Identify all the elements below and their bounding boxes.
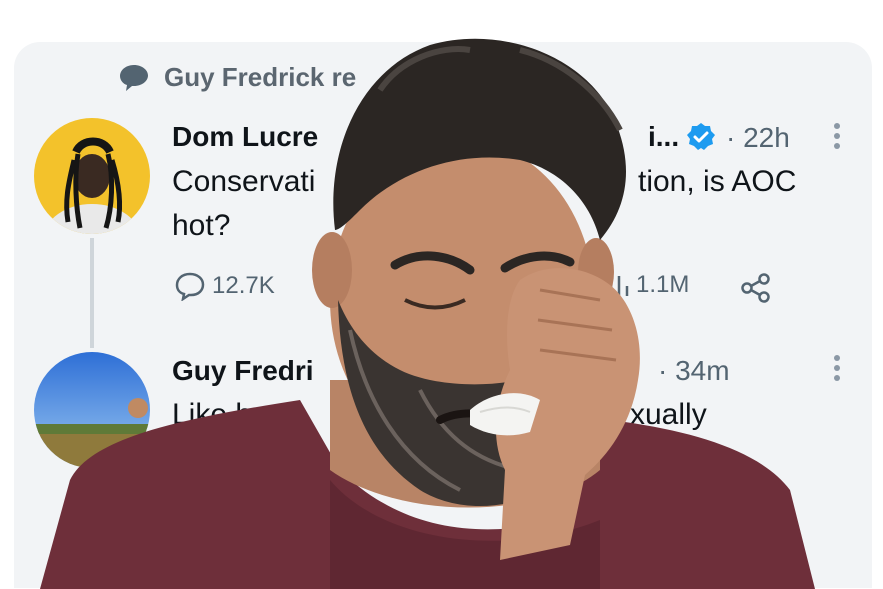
crying-man-photo bbox=[40, 38, 815, 589]
